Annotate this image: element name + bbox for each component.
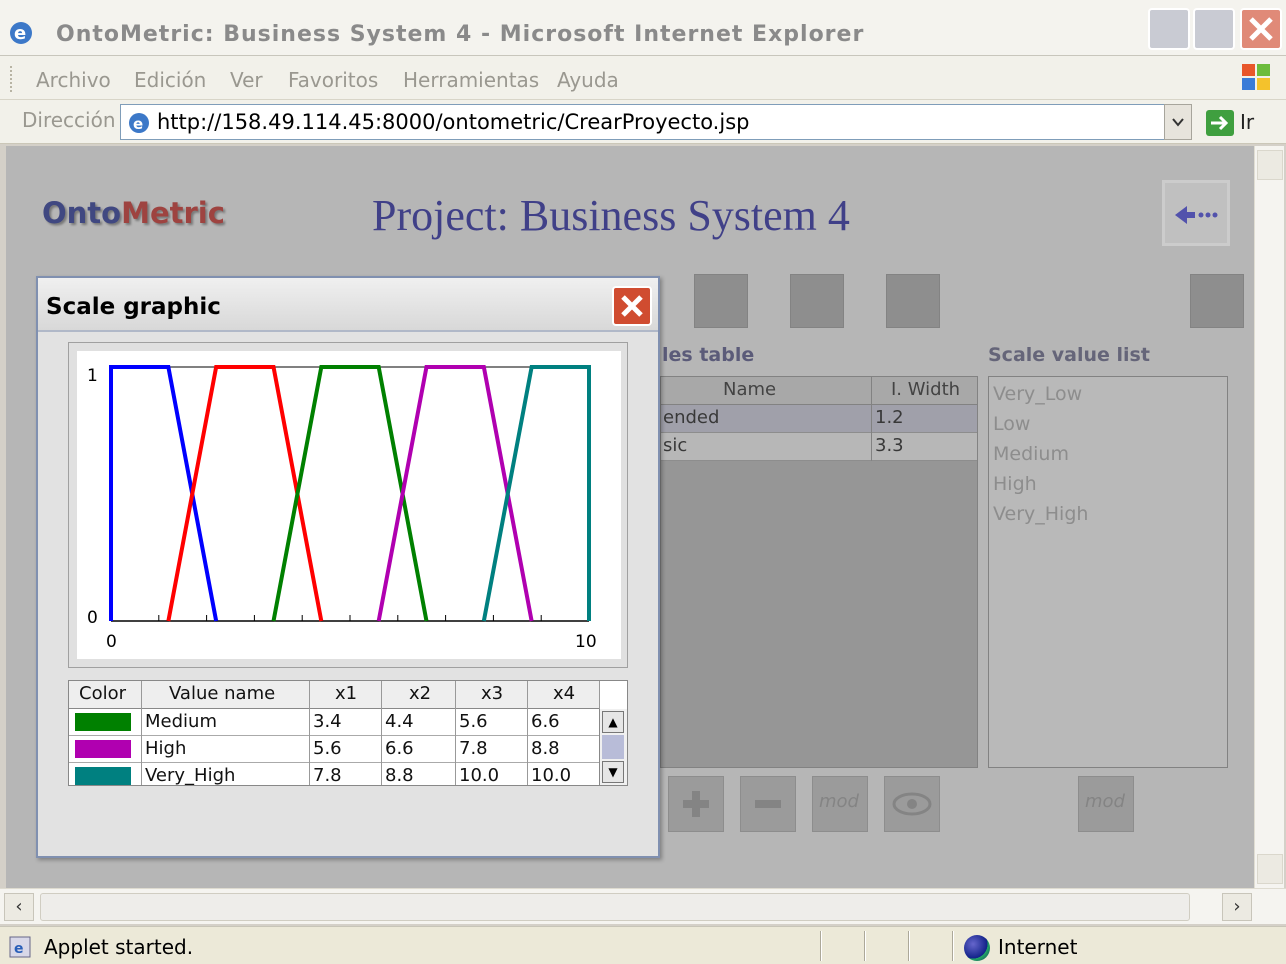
cell-x1: 3.4	[313, 711, 342, 732]
menu-archivo[interactable]: Archivo	[36, 68, 111, 92]
column-header-color[interactable]: Color	[79, 683, 126, 704]
cell-x4: 8.8	[531, 738, 560, 759]
page-icon: e	[129, 113, 149, 133]
cell-x2: 4.4	[385, 711, 414, 732]
series-line-0	[109, 365, 219, 622]
maximize-button[interactable]	[1193, 8, 1235, 50]
column-header-value-name[interactable]: Value name	[169, 683, 275, 704]
value-table: Color Value name x1 x2 x3 x4 Medium 3.4 …	[68, 680, 628, 786]
windows-logo-icon	[1242, 64, 1270, 90]
status-separator	[952, 931, 954, 961]
menu-herramientas[interactable]: Herramientas	[403, 68, 539, 92]
status-separator	[820, 931, 822, 961]
address-bar: Dirección e http://158.49.114.45:8000/on…	[0, 100, 1286, 144]
scale-chart: 0 10 0 1	[87, 365, 597, 652]
cell-x4: 6.6	[531, 711, 560, 732]
scroll-down-button[interactable]	[1257, 854, 1283, 884]
table-scrollbar[interactable]: ▲ ▼	[599, 709, 627, 785]
color-swatch	[75, 713, 131, 731]
dialog-title-bar: Scale graphic	[38, 278, 658, 332]
svg-text:e: e	[14, 941, 24, 957]
menu-ver[interactable]: Ver	[230, 68, 263, 92]
cell-x3: 10.0	[459, 765, 500, 786]
column-divider	[141, 681, 142, 785]
status-bar: e Applet started. Internet	[0, 926, 1286, 964]
svg-text:e: e	[133, 115, 143, 133]
chart-panel: 0 10 0 1	[77, 351, 621, 659]
close-icon	[1249, 17, 1273, 41]
status-separator	[908, 931, 910, 961]
toolbar-grip	[10, 66, 13, 92]
window-title: OntoMetric: Business System 4 - Microsof…	[56, 22, 865, 47]
horizontal-scroll-thumb[interactable]	[40, 893, 1190, 921]
column-header-x1[interactable]: x1	[335, 683, 357, 704]
status-message: Applet started.	[44, 935, 194, 959]
column-header-x2[interactable]: x2	[409, 683, 431, 704]
go-label[interactable]: Ir	[1240, 110, 1254, 134]
cell-x3: 7.8	[459, 738, 488, 759]
status-separator	[864, 931, 866, 961]
column-divider	[455, 681, 456, 785]
security-zone: Internet	[998, 935, 1078, 959]
cell-value-name: High	[145, 738, 187, 759]
column-divider	[527, 681, 528, 785]
color-swatch	[75, 740, 131, 758]
menu-bar: Archivo Edición Ver Favoritos Herramient…	[0, 56, 1286, 100]
column-divider	[309, 681, 310, 785]
cell-x2: 8.8	[385, 765, 414, 786]
column-header-x4[interactable]: x4	[553, 683, 575, 704]
menu-edicion[interactable]: Edición	[134, 68, 206, 92]
arrow-right-icon	[1211, 115, 1229, 131]
menu-ayuda[interactable]: Ayuda	[557, 68, 619, 92]
table-row[interactable]: Very_High 7.8 8.8 10.0 10.0	[69, 763, 599, 786]
address-label: Dirección	[22, 108, 116, 132]
y-tick-label: 0	[87, 608, 98, 628]
minimize-button[interactable]	[1148, 8, 1190, 50]
address-url: http://158.49.114.45:8000/ontometric/Cre…	[157, 110, 750, 134]
column-divider	[381, 681, 382, 785]
address-dropdown-button[interactable]	[1164, 104, 1192, 140]
x-tick-label: 0	[106, 632, 117, 652]
close-window-button[interactable]	[1240, 8, 1282, 50]
horizontal-scrollbar[interactable]: ‹ ›	[0, 888, 1286, 924]
color-swatch	[75, 767, 131, 785]
cell-x4: 10.0	[531, 765, 572, 786]
page-status-icon: e	[9, 936, 31, 958]
dialog-close-button[interactable]	[612, 286, 652, 326]
address-input[interactable]: e http://158.49.114.45:8000/ontometric/C…	[120, 104, 1190, 140]
scroll-left-button[interactable]: ‹	[4, 893, 34, 921]
x-tick-label: 10	[575, 632, 597, 652]
y-tick-label: 1	[87, 366, 98, 386]
scroll-up-button[interactable]	[1257, 150, 1283, 180]
internet-zone-icon	[964, 935, 990, 961]
dialog-title: Scale graphic	[46, 294, 221, 320]
column-header-x3[interactable]: x3	[481, 683, 503, 704]
title-bar: e OntoMetric: Business System 4 - Micros…	[0, 0, 1286, 56]
scroll-up-button[interactable]: ▲	[602, 711, 624, 733]
cell-x3: 5.6	[459, 711, 488, 732]
series-line-4	[481, 365, 591, 622]
go-button[interactable]	[1206, 110, 1234, 136]
ie-logo-icon: e	[10, 22, 32, 44]
cell-x1: 5.6	[313, 738, 342, 759]
scroll-down-button[interactable]: ▼	[602, 761, 624, 783]
scale-graphic-dialog: Scale graphic 0 10 0 1 Color Value name x1 …	[36, 276, 660, 858]
cell-value-name: Very_High	[145, 765, 236, 786]
table-row[interactable]: Medium 3.4 4.4 5.6 6.6	[69, 709, 599, 736]
value-table-header: Color Value name x1 x2 x3 x4	[69, 681, 599, 709]
svg-text:e: e	[14, 23, 26, 44]
vertical-scrollbar[interactable]	[1254, 146, 1284, 888]
chevron-down-icon	[1172, 118, 1184, 127]
cell-x1: 7.8	[313, 765, 342, 786]
chart-frame: 0 10 0 1	[68, 342, 628, 668]
cell-x2: 6.6	[385, 738, 414, 759]
close-icon	[621, 295, 643, 317]
scroll-thumb[interactable]	[602, 735, 624, 759]
table-row[interactable]: High 5.6 6.6 7.8 8.8	[69, 736, 599, 763]
menu-favoritos[interactable]: Favoritos	[288, 68, 378, 92]
cell-value-name: Medium	[145, 711, 217, 732]
scroll-right-button[interactable]: ›	[1222, 893, 1252, 921]
